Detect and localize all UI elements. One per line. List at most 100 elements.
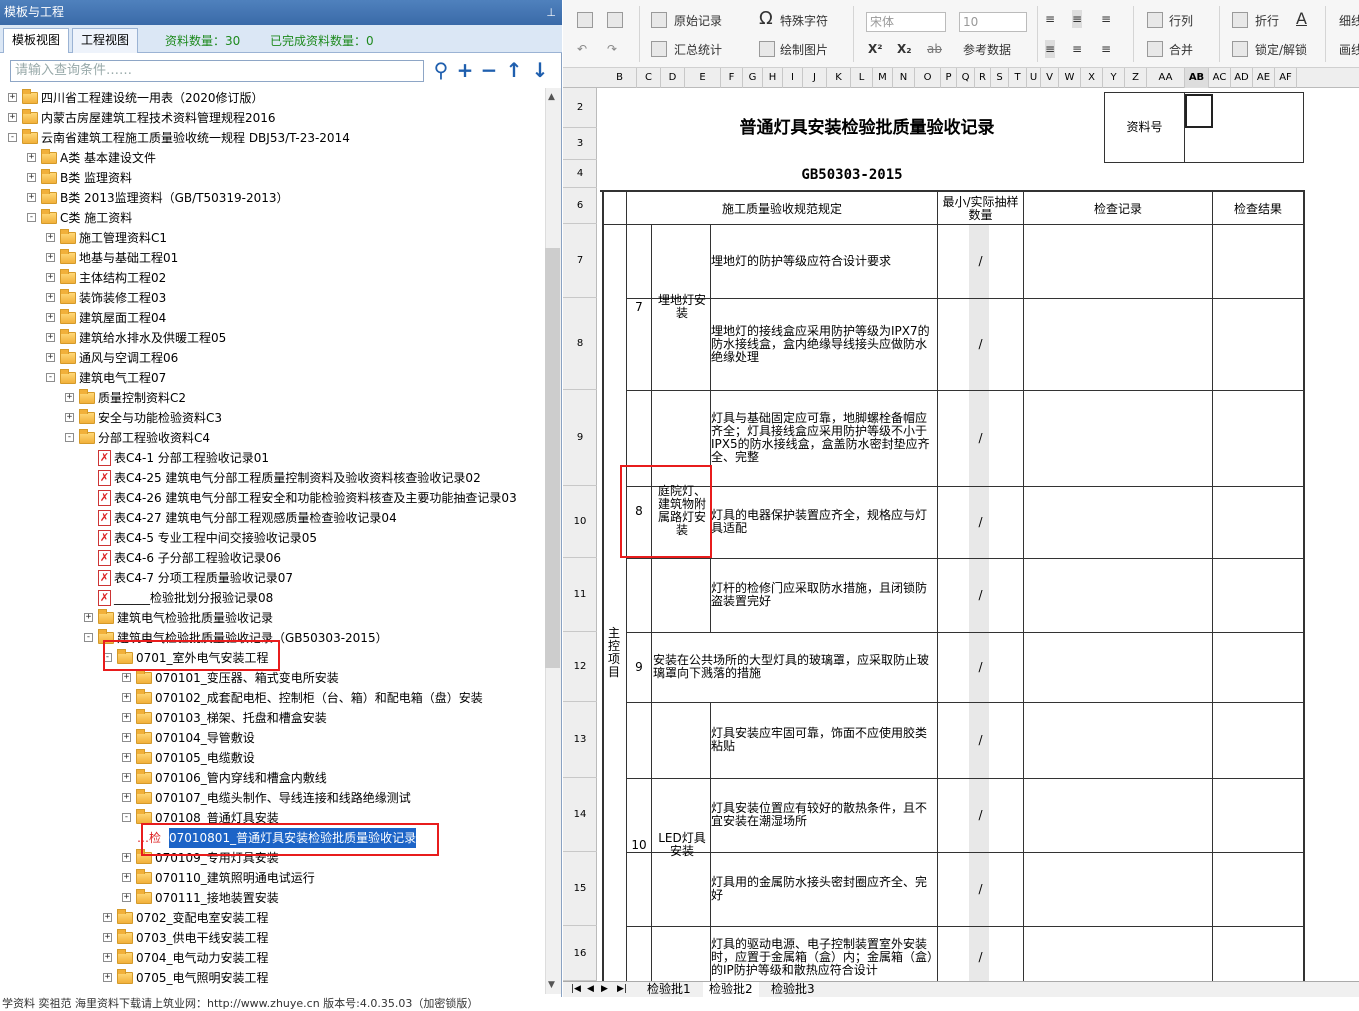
align-top-icon[interactable]: ≡ <box>1045 10 1055 28</box>
column-label[interactable]: P <box>941 68 957 88</box>
thin-line-button[interactable]: 细线 <box>1339 12 1359 30</box>
expand-icon[interactable]: + <box>84 613 93 622</box>
expand-icon[interactable]: + <box>46 293 55 302</box>
tree-item[interactable]: + 建筑电气检验批质量验收记录 <box>0 608 545 628</box>
column-label[interactable]: F <box>721 68 743 88</box>
tree-item[interactable]: - 分部工程验收资料C4 <box>0 428 545 448</box>
tree-item[interactable]: +070102_成套配电柜、控制柜（台、箱）和配电箱（盘）安装 <box>0 688 545 708</box>
column-label[interactable]: H <box>763 68 783 88</box>
column-label[interactable]: T <box>1009 68 1027 88</box>
column-label[interactable]: U <box>1027 68 1041 88</box>
column-label[interactable]: E <box>685 68 721 88</box>
row-label[interactable]: 11 <box>563 558 597 632</box>
redo-icon[interactable]: ↷ <box>607 40 617 58</box>
expand-icon[interactable]: + <box>122 673 131 682</box>
subscript-button[interactable]: X₂ <box>897 40 912 58</box>
expand-icon[interactable]: + <box>122 873 131 882</box>
row-label[interactable]: 7 <box>563 224 597 298</box>
expand-icon[interactable]: + <box>8 93 17 102</box>
row-label[interactable]: 3 <box>563 128 597 160</box>
tree-item[interactable]: + 装饰装修工程03 <box>0 288 545 308</box>
column-label[interactable]: AE <box>1253 68 1275 88</box>
align-bottom-icon[interactable]: ≡ <box>1101 10 1111 28</box>
expand-icon[interactable]: + <box>103 973 112 982</box>
tree-item[interactable]: + 通风与空调工程06 <box>0 348 545 368</box>
expand-icon[interactable]: + <box>122 853 131 862</box>
row-label[interactable]: 4 <box>563 160 597 188</box>
expand-icon[interactable]: + <box>122 773 131 782</box>
column-label[interactable]: K <box>827 68 851 88</box>
tab-template-view[interactable]: 模板视图 <box>3 28 70 53</box>
tree-item[interactable]: + 建筑屋面工程04 <box>0 308 545 328</box>
orig-record-button[interactable]: 原始记录 <box>674 12 722 30</box>
tree-item[interactable]: + A类 基本建设文件 <box>0 148 545 168</box>
tree-item[interactable]: + B类 监理资料 <box>0 168 545 188</box>
tree-item[interactable]: +0704_电气动力安装工程 <box>0 948 545 968</box>
column-label[interactable]: Y <box>1103 68 1125 88</box>
expand-icon[interactable]: + <box>122 693 131 702</box>
column-label[interactable]: AC <box>1209 68 1231 88</box>
scroll-down-icon[interactable]: ▼ <box>548 980 555 990</box>
align-left-icon[interactable]: ≡ <box>1045 40 1056 58</box>
row-label[interactable]: 15 <box>563 852 597 926</box>
collapse-icon[interactable]: - <box>8 133 17 142</box>
collapse-icon[interactable]: - <box>84 633 93 642</box>
strikethrough-button[interactable]: ab <box>927 40 942 58</box>
tree-item[interactable]: + 四川省工程建设统一用表（2020修订版） <box>0 88 545 108</box>
sheet-tab[interactable]: 检验批3 <box>765 982 821 998</box>
row-label[interactable]: 8 <box>563 298 597 390</box>
expand-icon[interactable]: + <box>122 753 131 762</box>
tree-item[interactable]: +0705_电气照明安装工程 <box>0 968 545 988</box>
align-center-icon[interactable]: ≡ <box>1072 40 1082 58</box>
tab-project-view[interactable]: 工程视图 <box>72 28 139 53</box>
special-char-button[interactable]: 特殊字符 <box>780 12 828 30</box>
expand-icon[interactable]: + <box>46 253 55 262</box>
row-label[interactable]: 10 <box>563 486 597 558</box>
lock-button[interactable]: 锁定/解锁 <box>1255 41 1307 59</box>
sheet-tab[interactable]: 检验批1 <box>641 982 697 998</box>
wrap-button[interactable]: 折行 <box>1255 12 1279 30</box>
tree-item[interactable]: ✗ 表C4-5 专业工程中间交接验收记录05 <box>0 528 545 548</box>
column-label[interactable]: C <box>637 68 661 88</box>
search-input[interactable]: 请输入查询条件…… <box>10 60 424 82</box>
column-label[interactable]: AD <box>1231 68 1253 88</box>
move-up-icon[interactable]: ↑ <box>503 58 525 82</box>
expand-icon[interactable]: + <box>122 793 131 802</box>
tree-item[interactable]: ✗ 表C4-26 建筑电气分部工程安全和功能检验资料核查及主要功能抽查记录03 <box>0 488 545 508</box>
tree-item[interactable]: ✗ 表C4-7 分项工程质量验收记录07 <box>0 568 545 588</box>
scrollbar-thumb[interactable] <box>545 248 560 668</box>
tree-item[interactable]: +070104_导管敷设 <box>0 728 545 748</box>
expand-icon[interactable]: + <box>103 933 112 942</box>
tree-item[interactable]: + 建筑给水排水及供暖工程05 <box>0 328 545 348</box>
row-col-button[interactable]: 行列 <box>1169 12 1193 30</box>
expand-icon[interactable]: + <box>122 733 131 742</box>
column-label[interactable]: V <box>1041 68 1059 88</box>
tree-item[interactable]: +070101_变压器、箱式变电所安装 <box>0 668 545 688</box>
column-label[interactable]: AA <box>1147 68 1185 88</box>
align-middle-icon[interactable]: ≡ <box>1072 10 1083 28</box>
worksheet[interactable]: 普通灯具安装检验批质量验收记录 GB50303-2015 资料号 施工质量验收规范规定… <box>597 88 1359 981</box>
row-label[interactable]: 12 <box>563 632 597 702</box>
row-label[interactable]: 2 <box>563 88 597 128</box>
expand-icon[interactable]: + <box>46 233 55 242</box>
tree-item[interactable]: + 地基与基础工程01 <box>0 248 545 268</box>
column-label[interactable]: O <box>915 68 941 88</box>
expand-icon[interactable]: + <box>103 913 112 922</box>
expand-icon[interactable]: + <box>122 893 131 902</box>
expand-icon[interactable]: + <box>46 333 55 342</box>
scroll-up-icon[interactable]: ▲ <box>548 92 555 102</box>
paste-icon[interactable] <box>607 12 623 28</box>
ref-data-button[interactable]: 参考数据 <box>963 41 1011 59</box>
draw-line-button[interactable]: 画线 <box>1339 41 1359 59</box>
tree-item[interactable]: ✗ 表C4-25 建筑电气分部工程质量控制资料及验收资料核查验收记录02 <box>0 468 545 488</box>
expand-icon[interactable]: + <box>46 353 55 362</box>
search-icon[interactable]: ⚲ <box>430 58 452 82</box>
collapse-icon[interactable]: - <box>122 813 131 822</box>
tree-item[interactable]: + 安全与功能检验资料C3 <box>0 408 545 428</box>
column-label[interactable]: S <box>991 68 1009 88</box>
column-label[interactable]: I <box>783 68 803 88</box>
column-label[interactable]: Q <box>957 68 975 88</box>
column-label[interactable]: M <box>873 68 893 88</box>
collapse-icon[interactable]: - <box>46 373 55 382</box>
column-label[interactable]: D <box>661 68 685 88</box>
